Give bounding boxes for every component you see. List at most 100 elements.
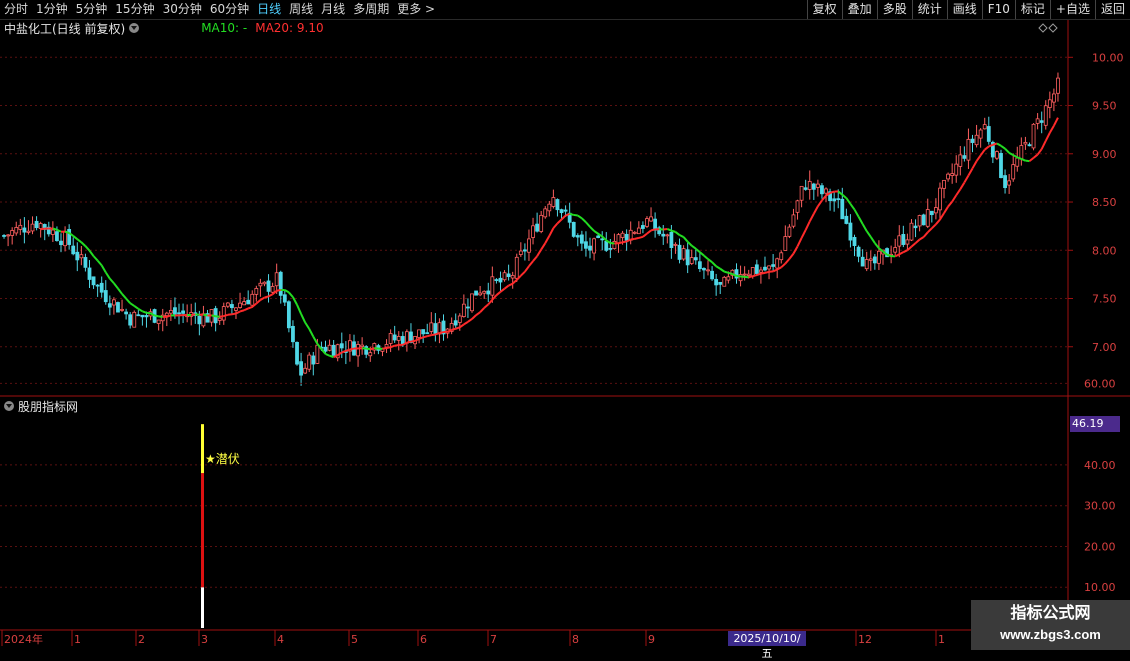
candle-body [780,253,783,260]
ma-line-segment [1046,133,1050,141]
candle-body [869,259,872,260]
ma-line-segment [651,229,655,230]
ma-line-segment [256,300,260,303]
candle-body [430,323,433,332]
ma-line-segment [924,232,928,237]
ma-line-segment [330,356,334,357]
ma-line-segment [277,290,281,291]
ma-line-segment [41,229,45,230]
candle-body [230,304,233,307]
ma-line-segment [911,243,915,247]
ma-line-segment [297,305,301,314]
candle-body [100,283,103,292]
candle-body [768,266,771,269]
ma-line-segment [761,273,765,274]
candle-body [755,265,758,274]
candle-body [938,188,941,210]
ma-line-segment [525,266,529,272]
candle-body [369,353,372,356]
candle-body [702,268,705,270]
ma-line-segment [773,269,777,271]
ma-line-segment [98,261,102,266]
candle-body [540,215,543,231]
ma-line-segment [952,195,956,201]
ma-line-segment [126,299,130,304]
time-tick-label: 5 [351,633,358,646]
kline-chart[interactable]: 10.009.509.008.508.007.507.0060.0040.003… [0,0,1130,650]
candle-body [434,324,437,334]
candle-body [55,232,58,241]
ma-line-segment [1034,155,1038,158]
ma-line-segment [350,349,354,350]
candle-body [674,244,677,245]
ma-line-segment [248,307,252,309]
candle-body [1004,176,1007,188]
ma-line-segment [521,272,525,276]
ma-line-segment [407,342,411,343]
candle-body [458,316,461,322]
ma-line-segment [944,207,948,214]
candle-body [515,257,518,278]
candle-body [304,368,307,373]
ma-line-segment [1021,159,1025,161]
candle-body [678,245,681,259]
candle-body [312,356,315,364]
candle-body [845,216,848,223]
ma-line-segment [895,254,899,256]
ma-line-segment [757,274,761,275]
candle-body [511,275,514,278]
ma-line-segment [871,237,875,243]
ma-line-segment [155,316,159,317]
candle-body [719,282,722,284]
candle-body [621,233,624,237]
candle-body [922,215,925,225]
ma-line-segment [142,311,146,313]
current-value-tag: 46.19 [1070,416,1120,432]
candle-body [711,271,714,279]
ma-line-segment [529,261,533,266]
ma-line-segment [122,294,126,299]
candle-body [589,246,592,250]
time-tick-label: 3 [201,633,208,646]
candle-body [601,239,604,240]
ma-line-segment [728,273,732,274]
candle-body [64,231,67,245]
candle-body [287,302,290,328]
ma-line-segment [232,314,236,315]
ma-line-segment [903,250,907,252]
candle-body [910,223,913,240]
indicator-tick-label: 10.00 [1084,581,1116,594]
ma-line-segment [391,346,395,348]
candle-body [572,222,575,236]
candle-body [597,236,600,238]
candle-body [503,273,506,280]
ma-line-segment [106,272,110,278]
ma-line-segment [488,300,492,305]
time-tick-label: 2 [138,633,145,646]
candle-body [165,313,168,315]
ma-line-segment [663,229,667,230]
ma-line-segment [203,315,207,316]
ma-line-segment [765,272,769,273]
ma-line-segment [647,230,651,233]
candle-body [564,210,567,211]
ma-line-segment [236,311,240,313]
ma-line-segment [480,308,484,312]
candle-body [31,224,34,231]
candle-body [462,304,465,316]
ma-line-segment [863,224,867,231]
candle-body [837,199,840,200]
indicator-dropdown-icon[interactable] [4,401,14,411]
ma-line-segment [167,315,171,316]
ma-line-segment [855,210,859,217]
candle-body [536,224,539,231]
candle-body [918,215,921,225]
ma-line-segment [94,256,98,260]
candle-body [495,280,498,281]
settings-dropdown-icon[interactable] [129,23,139,33]
ma-line-segment [496,292,500,295]
indicator-title: 股朋指标网 [18,398,78,415]
time-tick-label: 7 [490,633,497,646]
ma-line-segment [993,144,997,145]
candle-body [385,344,388,347]
